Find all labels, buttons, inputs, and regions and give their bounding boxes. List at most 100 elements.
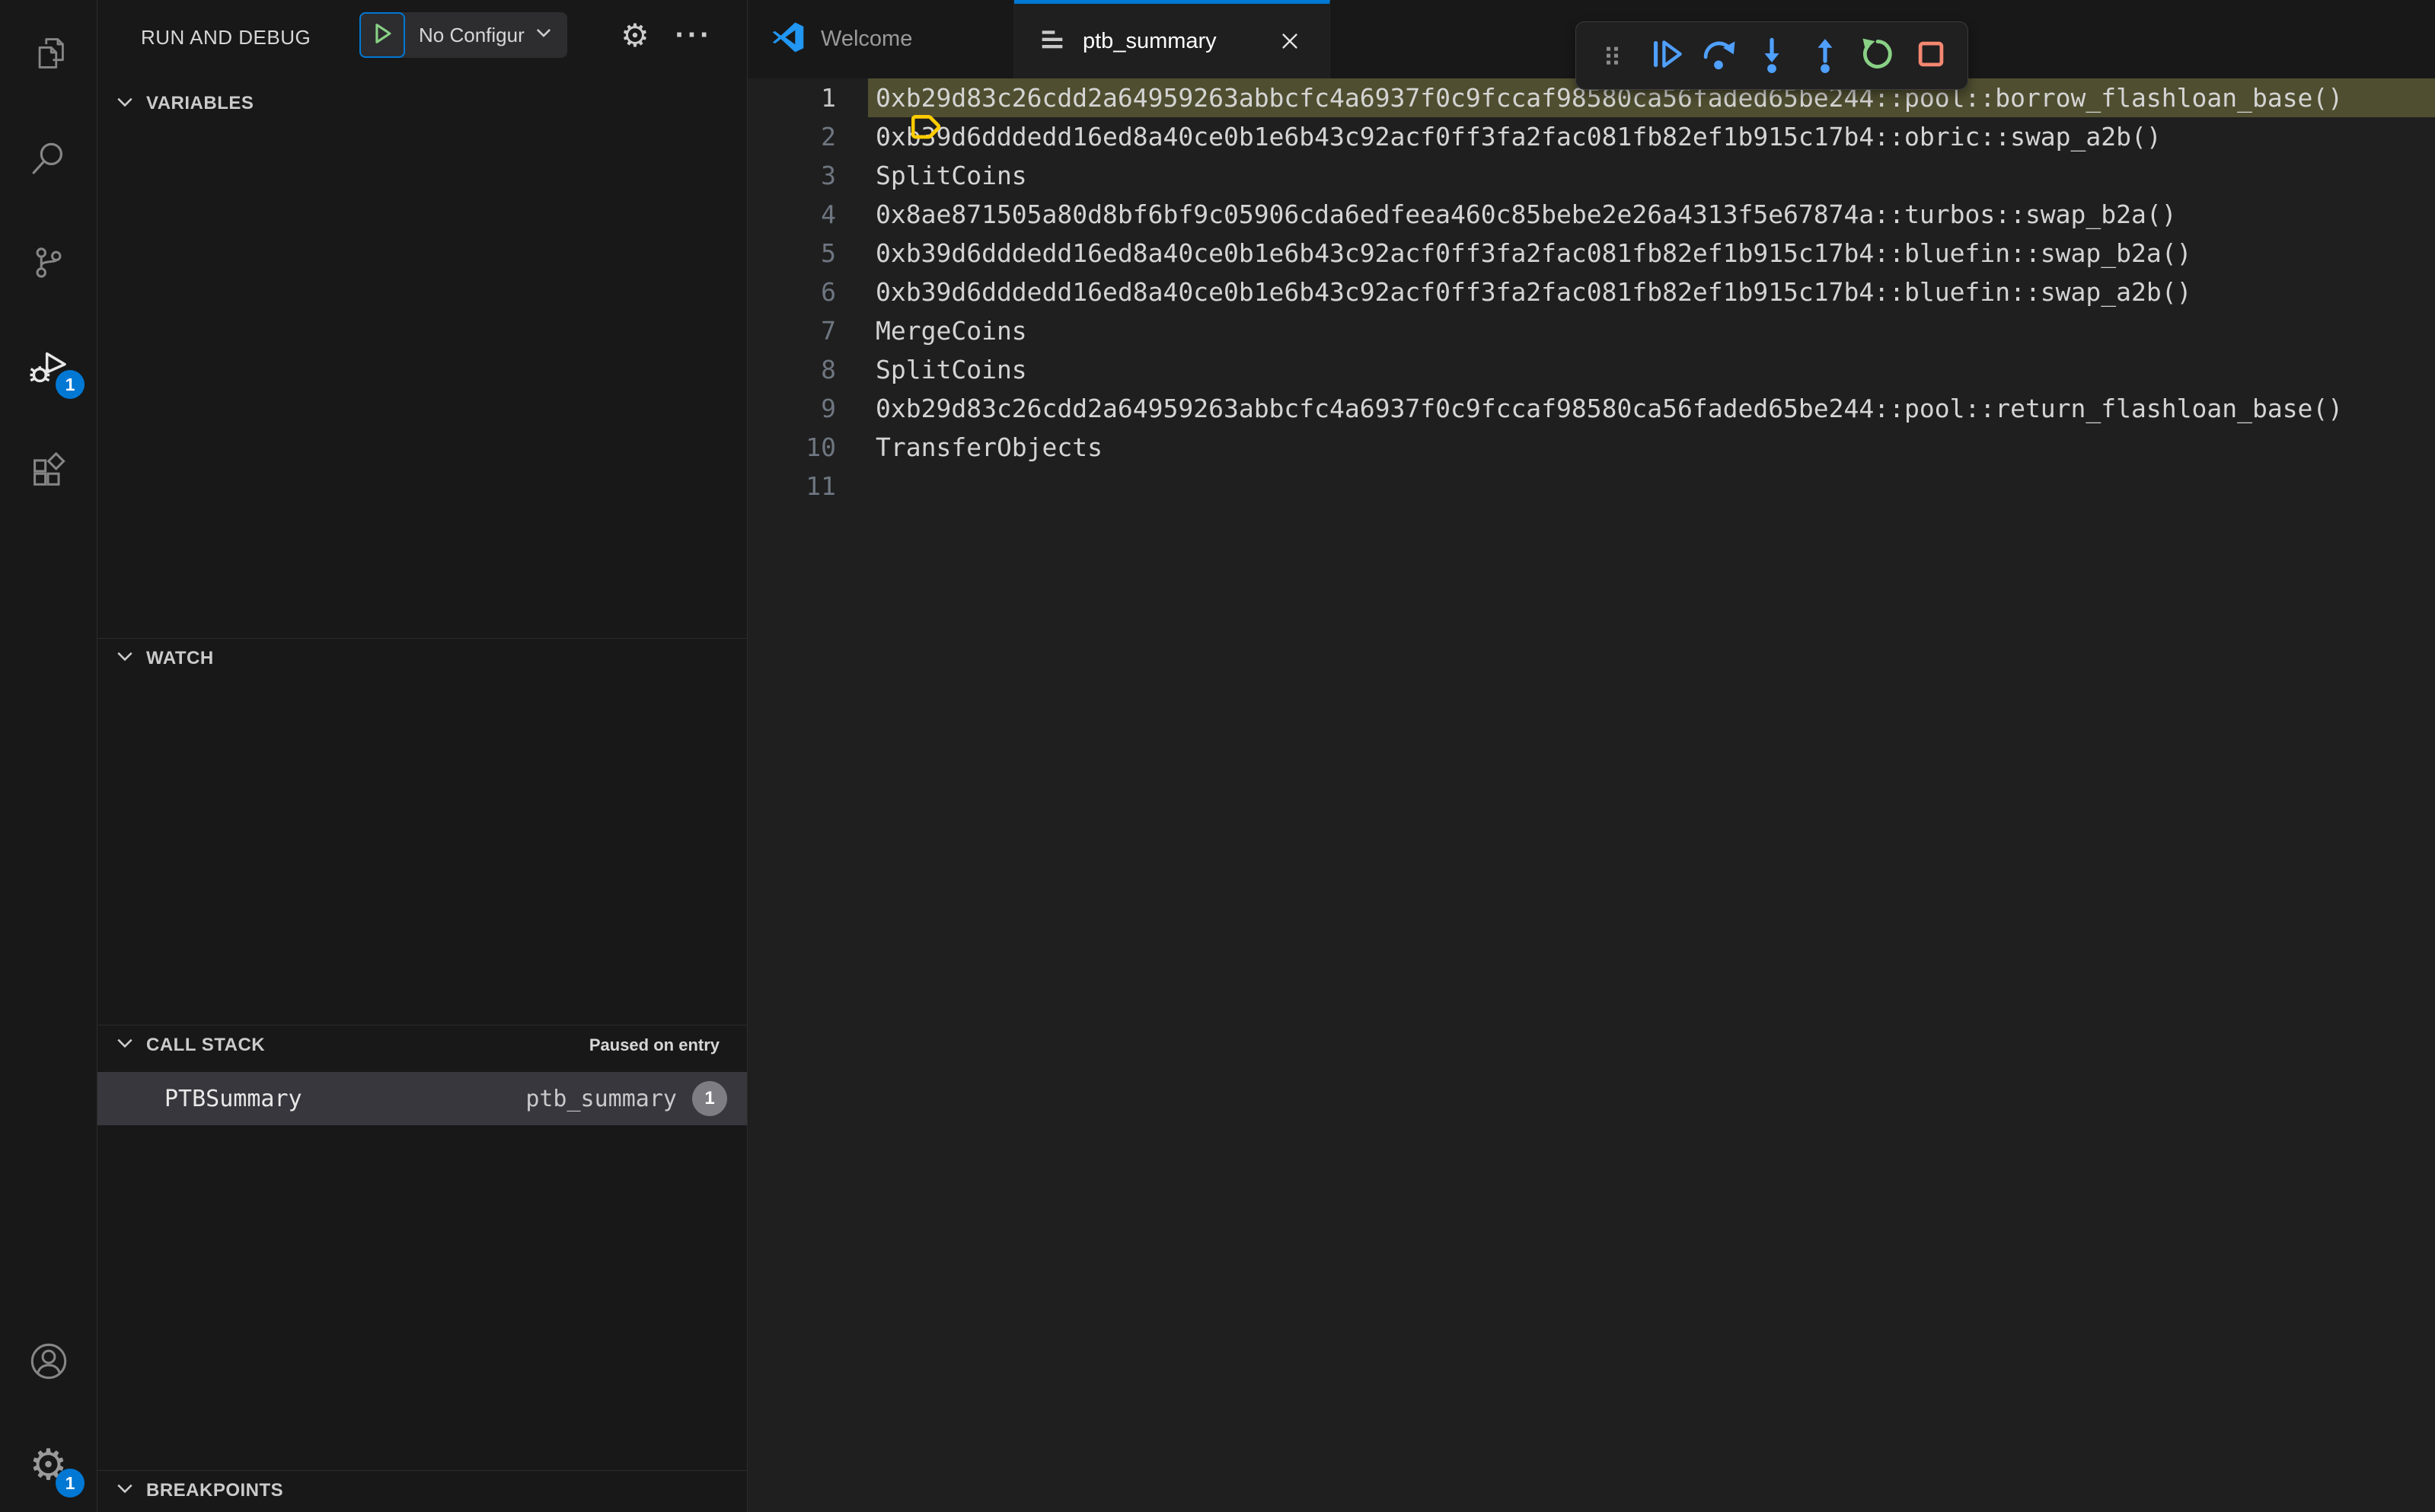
search-icon xyxy=(28,138,69,179)
code-line[interactable]: 10 TransferObjects xyxy=(748,428,2435,467)
debug-launch-group: No Configur xyxy=(359,12,567,58)
line-number: 6 xyxy=(821,277,836,307)
line-number: 11 xyxy=(806,471,836,501)
open-launch-json-button[interactable]: ⚙ xyxy=(612,12,658,58)
call-stack-status: Paused on entry xyxy=(589,1035,720,1054)
activity-item-search[interactable] xyxy=(0,122,97,195)
code-text[interactable]: 0xb29d83c26cdd2a64959263abbcfc4a6937f0c9… xyxy=(868,389,2435,428)
gutter[interactable]: 1 xyxy=(748,78,940,139)
stop-button[interactable] xyxy=(1908,33,1954,78)
chevron-down-icon xyxy=(534,23,554,48)
activity-item-settings[interactable]: ⚙ 1 xyxy=(0,1429,97,1502)
code-line[interactable]: 6 0xb39d6dddedd16ed8a40ce0b1e6b43c92acf0… xyxy=(748,273,2435,311)
section-label: CALL STACK xyxy=(146,1034,266,1055)
tab-label: ptb_summary xyxy=(1083,28,1217,53)
code-text[interactable]: 0xb39d6dddedd16ed8a40ce0b1e6b43c92acf0ff… xyxy=(868,234,2435,273)
step-over-button[interactable] xyxy=(1696,33,1741,78)
vscode-logo-icon xyxy=(771,20,806,59)
close-icon[interactable] xyxy=(1273,24,1307,58)
gear-icon: ⚙ xyxy=(621,16,649,54)
code-text[interactable] xyxy=(868,467,2435,506)
code-line[interactable]: 4 0x8ae871505a80d8bf6bf9c05906cda6edfeea… xyxy=(748,195,2435,234)
code-line[interactable]: 3 SplitCoins xyxy=(748,156,2435,195)
play-icon xyxy=(369,21,395,50)
settings-badge: 1 xyxy=(56,1469,85,1498)
stack-frame-name: PTBSummary xyxy=(164,1085,302,1112)
gutter[interactable]: 6 xyxy=(748,273,868,311)
code-text[interactable]: SplitCoins xyxy=(868,350,2435,389)
code-text[interactable]: 0xb39d6dddedd16ed8a40ce0b1e6b43c92acf0ff… xyxy=(868,117,2435,156)
stack-frame-file: ptb_summary xyxy=(525,1085,677,1112)
stop-icon xyxy=(1911,34,1951,78)
tab-ptb-summary[interactable]: ptb_summary xyxy=(1014,0,1330,78)
call-stack-frame-row[interactable]: PTBSummary ptb_summary 1 xyxy=(97,1072,747,1125)
continue-button[interactable] xyxy=(1643,33,1689,78)
activity-item-source-control[interactable] xyxy=(0,226,97,299)
code-line[interactable]: 8 SplitCoins xyxy=(748,350,2435,389)
accounts-icon xyxy=(27,1340,70,1383)
gutter[interactable]: 8 xyxy=(748,350,868,389)
gutter[interactable]: 3 xyxy=(748,156,868,195)
activity-item-extensions[interactable] xyxy=(0,435,97,509)
section-header-call-stack[interactable]: CALL STACK Paused on entry xyxy=(97,1025,747,1064)
code-text[interactable]: MergeCoins xyxy=(868,311,2435,350)
code-text[interactable]: 0xb39d6dddedd16ed8a40ce0b1e6b43c92acf0ff… xyxy=(868,273,2435,311)
debug-sessions-badge: 1 xyxy=(56,370,85,399)
activity-item-accounts[interactable] xyxy=(0,1325,97,1398)
line-number: 7 xyxy=(821,316,836,346)
debug-configuration-dropdown[interactable]: No Configur xyxy=(405,12,567,58)
debug-toolbar xyxy=(1575,21,1968,90)
code-line[interactable]: 7 MergeCoins xyxy=(748,311,2435,350)
run-and-debug-sidebar: RUN AND DEBUG No Configur ⚙ ··· VARIABLE… xyxy=(97,0,748,1512)
section-label: WATCH xyxy=(146,647,214,668)
ellipsis-icon: ··· xyxy=(675,18,713,52)
step-into-button[interactable] xyxy=(1749,33,1795,78)
activity-item-run-and-debug[interactable]: 1 xyxy=(0,330,97,404)
line-number: 4 xyxy=(821,199,836,229)
step-out-button[interactable] xyxy=(1802,33,1848,78)
code-line[interactable]: 2 0xb39d6dddedd16ed8a40ce0b1e6b43c92acf0… xyxy=(748,117,2435,156)
sidebar-title: RUN AND DEBUG xyxy=(141,26,311,49)
code-text[interactable]: 0x8ae871505a80d8bf6bf9c05906cda6edfeea46… xyxy=(868,195,2435,234)
chevron-down-icon xyxy=(114,1478,136,1503)
section-header-variables[interactable]: VARIABLES xyxy=(97,84,747,123)
file-list-icon xyxy=(1037,24,1068,59)
start-debugging-button[interactable] xyxy=(359,12,405,58)
code-line[interactable]: 11 xyxy=(748,467,2435,506)
restart-button[interactable] xyxy=(1855,33,1900,78)
section-header-breakpoints[interactable]: BREAKPOINTS xyxy=(97,1470,747,1510)
gutter[interactable]: 2 xyxy=(748,117,868,156)
code-text[interactable]: SplitCoins xyxy=(868,156,2435,195)
activity-item-explorer[interactable] xyxy=(0,17,97,90)
gutter[interactable]: 5 xyxy=(748,234,868,273)
code-line[interactable]: 5 0xb39d6dddedd16ed8a40ce0b1e6b43c92acf0… xyxy=(748,234,2435,273)
tab-welcome[interactable]: Welcome xyxy=(748,0,1014,78)
gutter[interactable]: 4 xyxy=(748,195,868,234)
code-line[interactable]: 9 0xb29d83c26cdd2a64959263abbcfc4a6937f0… xyxy=(748,389,2435,428)
section-label: BREAKPOINTS xyxy=(146,1479,284,1501)
code-area[interactable]: 1 0xb29d83c26cdd2a64959263abbcfc4a6937f0… xyxy=(748,78,2435,506)
gutter[interactable]: 9 xyxy=(748,389,868,428)
editor-group: Welcome ptb_summary 1 0xb29d83c26cdd2a64… xyxy=(748,0,2435,1512)
gutter[interactable]: 11 xyxy=(748,467,868,506)
gutter[interactable]: 7 xyxy=(748,311,868,350)
gutter[interactable]: 10 xyxy=(748,428,868,467)
line-number: 9 xyxy=(821,394,836,423)
tab-label: Welcome xyxy=(821,27,913,51)
section-label: VARIABLES xyxy=(146,93,254,113)
line-number: 5 xyxy=(821,238,836,268)
views-more-actions-button[interactable]: ··· xyxy=(667,12,720,58)
line-number: 3 xyxy=(821,161,836,190)
activity-bar: 1 ⚙ 1 xyxy=(0,0,97,1512)
chevron-down-icon xyxy=(114,1032,136,1057)
explorer-icon xyxy=(29,33,69,73)
line-number: 1 xyxy=(821,83,836,113)
toolbar-drag-grip[interactable] xyxy=(1590,33,1636,78)
line-number: 10 xyxy=(806,432,836,462)
line-number: 8 xyxy=(821,355,836,384)
source-control-icon xyxy=(29,243,69,282)
step-into-icon xyxy=(1752,34,1792,78)
section-header-watch[interactable]: WATCH xyxy=(97,638,747,678)
code-text[interactable]: TransferObjects xyxy=(868,428,2435,467)
stack-frame-badge: 1 xyxy=(692,1081,727,1116)
